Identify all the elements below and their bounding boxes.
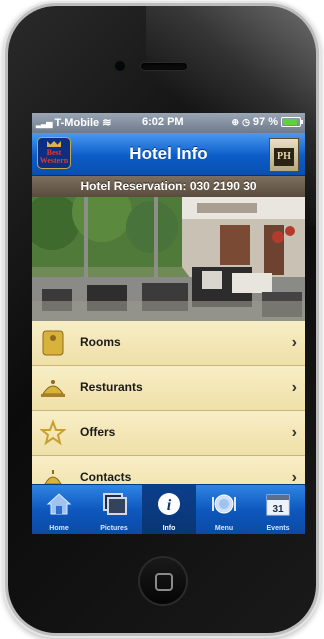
- status-right: ⊕ ◷ 97 %: [231, 116, 303, 128]
- info-icon: i: [158, 493, 180, 515]
- status-time: 6:02 PM: [142, 116, 184, 128]
- hotel-emblem-text: PH: [274, 148, 294, 166]
- tab-label: Home: [49, 525, 69, 532]
- hotel-terrace-photo: [32, 197, 305, 321]
- battery-icon: [281, 117, 303, 127]
- cloche-icon: [41, 380, 65, 397]
- lock-rotation-icon: ⊕: [231, 116, 240, 127]
- status-bar: ▂▃▅ T-Mobile ≋ 6:02 PM ⊕ ◷ 97 %: [32, 113, 305, 133]
- wifi-icon: ≋: [102, 117, 112, 129]
- nav-bar: Best Western Hotel Info PH: [32, 133, 305, 176]
- reservation-bar[interactable]: Hotel Reservation: 030 2190 30: [32, 176, 305, 197]
- tab-label: Info: [162, 525, 176, 532]
- tab-label: Events: [266, 525, 290, 532]
- tab-events[interactable]: 31 Events: [251, 485, 305, 534]
- plate-icon: [212, 494, 236, 514]
- tab-bar: Home Pictures i Info Menu 31 Events: [32, 484, 305, 534]
- home-button-square-icon: [155, 573, 173, 591]
- home-hardware-button[interactable]: [140, 558, 186, 604]
- tab-menu[interactable]: Menu: [197, 485, 251, 534]
- chevron-right-icon: ›: [291, 334, 297, 351]
- signal-icon: ▂▃▅: [36, 119, 53, 128]
- hotel-emblem-button[interactable]: PH: [269, 138, 299, 172]
- carrier-with-signal: ▂▃▅ T-Mobile ≋: [36, 116, 111, 129]
- battery-percent: 97 %: [252, 116, 278, 128]
- info-menu-list: Rooms › Resturants › Offers › Contacts ›: [32, 321, 305, 501]
- carrier-name: T-Mobile: [54, 117, 100, 129]
- menu-item-rooms[interactable]: Rooms ›: [32, 321, 305, 366]
- menu-item-label: Resturants: [80, 380, 143, 394]
- menu-item-offers[interactable]: Offers ›: [32, 411, 305, 456]
- menu-item-resturants[interactable]: Resturants ›: [32, 366, 305, 411]
- svg-text:i: i: [167, 497, 172, 514]
- tab-home[interactable]: Home: [32, 485, 86, 534]
- tab-label: Pictures: [100, 525, 128, 532]
- tab-label: Menu: [214, 525, 234, 532]
- menu-item-label: Offers: [80, 425, 116, 439]
- room-key-icon: [42, 330, 64, 356]
- tab-info[interactable]: i Info: [142, 485, 196, 534]
- hotel-terrace-image: [32, 197, 305, 321]
- home-icon: [46, 493, 72, 515]
- pictures-icon: [103, 493, 127, 515]
- alarm-icon: ◷: [242, 116, 250, 127]
- menu-item-label: Rooms: [80, 335, 121, 349]
- chevron-right-icon: ›: [291, 424, 297, 441]
- star-icon: [40, 419, 66, 446]
- menu-item-label: Contacts: [80, 470, 132, 484]
- earpiece-speaker: [141, 63, 187, 70]
- page-title: Hotel Info: [129, 144, 208, 163]
- calendar-icon: 31: [266, 494, 290, 516]
- app-screen: ▂▃▅ T-Mobile ≋ 6:02 PM ⊕ ◷ 97 % Best Wes…: [32, 113, 305, 534]
- front-camera: [115, 61, 125, 71]
- chevron-right-icon: ›: [291, 379, 297, 396]
- svg-text:31: 31: [272, 504, 284, 515]
- tab-pictures[interactable]: Pictures: [87, 485, 141, 534]
